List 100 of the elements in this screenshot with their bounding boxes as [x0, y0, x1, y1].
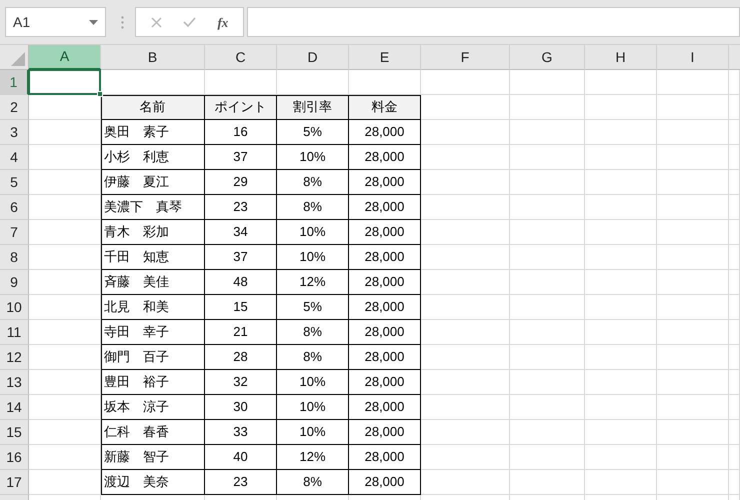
row-header[interactable]: 15 — [0, 420, 29, 445]
empty-cell[interactable] — [657, 420, 729, 445]
empty-cell[interactable] — [585, 445, 657, 470]
empty-cell[interactable] — [729, 170, 740, 195]
column-header[interactable]: A — [29, 45, 101, 70]
empty-cell[interactable] — [657, 195, 729, 220]
empty-cell[interactable] — [585, 395, 657, 420]
empty-cell[interactable] — [657, 95, 729, 120]
empty-cell[interactable] — [510, 345, 585, 370]
empty-cell[interactable] — [729, 220, 740, 245]
empty-cell[interactable] — [585, 420, 657, 445]
column-header[interactable]: I — [657, 45, 729, 70]
empty-cell[interactable] — [657, 470, 729, 495]
empty-cell[interactable] — [729, 120, 740, 145]
row-header[interactable]: 11 — [0, 320, 29, 345]
empty-cell[interactable] — [585, 70, 657, 95]
empty-cell[interactable] — [510, 95, 585, 120]
empty-cell[interactable] — [729, 320, 740, 345]
name-box[interactable]: A1 — [5, 7, 106, 37]
empty-cell[interactable] — [585, 145, 657, 170]
empty-cell[interactable] — [729, 395, 740, 420]
check-icon[interactable] — [183, 17, 196, 27]
empty-cell[interactable] — [657, 320, 729, 345]
empty-cell[interactable] — [421, 120, 510, 145]
empty-cell[interactable] — [510, 370, 585, 395]
select-all-icon[interactable] — [11, 52, 25, 66]
empty-cell[interactable] — [510, 195, 585, 220]
row-header[interactable]: 5 — [0, 170, 29, 195]
column-header[interactable]: C — [205, 45, 277, 70]
empty-cell[interactable] — [510, 145, 585, 170]
row-header[interactable]: 14 — [0, 395, 29, 420]
empty-cell[interactable] — [585, 195, 657, 220]
empty-cell[interactable] — [657, 220, 729, 245]
row-header[interactable]: 6 — [0, 195, 29, 220]
empty-cell[interactable] — [510, 320, 585, 345]
empty-cell[interactable] — [657, 395, 729, 420]
empty-cell[interactable] — [421, 70, 510, 95]
empty-cell[interactable] — [729, 195, 740, 220]
column-header[interactable] — [729, 45, 740, 70]
row-header[interactable]: 1 — [0, 70, 29, 95]
empty-cell[interactable] — [585, 370, 657, 395]
empty-cell[interactable] — [421, 470, 510, 495]
empty-cell[interactable] — [657, 145, 729, 170]
empty-cell[interactable] — [421, 345, 510, 370]
empty-cell[interactable] — [421, 420, 510, 445]
empty-cell[interactable] — [585, 470, 657, 495]
empty-cell[interactable] — [729, 95, 740, 120]
empty-cell[interactable] — [421, 320, 510, 345]
empty-cell[interactable] — [657, 170, 729, 195]
column-header[interactable]: D — [277, 45, 349, 70]
empty-cell[interactable] — [421, 220, 510, 245]
empty-cell[interactable] — [585, 345, 657, 370]
row-header[interactable]: 4 — [0, 145, 29, 170]
empty-cell[interactable] — [421, 270, 510, 295]
row-header[interactable]: 2 — [0, 95, 29, 120]
empty-cell[interactable] — [421, 295, 510, 320]
empty-cell[interactable] — [585, 320, 657, 345]
empty-cell[interactable] — [657, 70, 729, 95]
column-header[interactable]: H — [585, 45, 657, 70]
empty-cell[interactable] — [510, 245, 585, 270]
empty-cell[interactable] — [729, 370, 740, 395]
row-header[interactable]: 7 — [0, 220, 29, 245]
column-header[interactable]: E — [349, 45, 421, 70]
empty-cell[interactable] — [510, 170, 585, 195]
row-header[interactable]: 17 — [0, 470, 29, 495]
row-header[interactable]: 9 — [0, 270, 29, 295]
empty-cell[interactable] — [657, 445, 729, 470]
empty-cell[interactable] — [657, 345, 729, 370]
empty-cell[interactable] — [510, 445, 585, 470]
empty-cell[interactable] — [657, 270, 729, 295]
empty-cell[interactable] — [585, 170, 657, 195]
row-header[interactable]: 13 — [0, 370, 29, 395]
formula-field[interactable] — [247, 7, 740, 37]
empty-cell[interactable] — [421, 245, 510, 270]
empty-cell[interactable] — [729, 345, 740, 370]
empty-cell[interactable] — [421, 445, 510, 470]
empty-cell[interactable] — [729, 470, 740, 495]
column-header[interactable]: G — [510, 45, 585, 70]
empty-cell[interactable] — [729, 270, 740, 295]
insert-function-button[interactable]: fx — [217, 16, 228, 28]
row-header[interactable]: 8 — [0, 245, 29, 270]
empty-cell[interactable] — [729, 445, 740, 470]
row-header[interactable]: 3 — [0, 120, 29, 145]
cancel-icon[interactable] — [150, 16, 162, 28]
empty-cell[interactable] — [510, 220, 585, 245]
empty-cell[interactable] — [421, 170, 510, 195]
empty-cell[interactable] — [585, 270, 657, 295]
column-header[interactable]: F — [421, 45, 510, 70]
empty-cell[interactable] — [585, 220, 657, 245]
empty-cell[interactable] — [729, 245, 740, 270]
empty-cell[interactable] — [510, 420, 585, 445]
empty-cell[interactable] — [510, 270, 585, 295]
empty-cell[interactable] — [729, 145, 740, 170]
column-header[interactable]: B — [101, 45, 205, 70]
empty-cell[interactable] — [510, 395, 585, 420]
row-header[interactable]: 12 — [0, 345, 29, 370]
empty-cell[interactable] — [657, 370, 729, 395]
empty-cell[interactable] — [421, 370, 510, 395]
empty-cell[interactable] — [421, 195, 510, 220]
empty-cell[interactable] — [657, 120, 729, 145]
